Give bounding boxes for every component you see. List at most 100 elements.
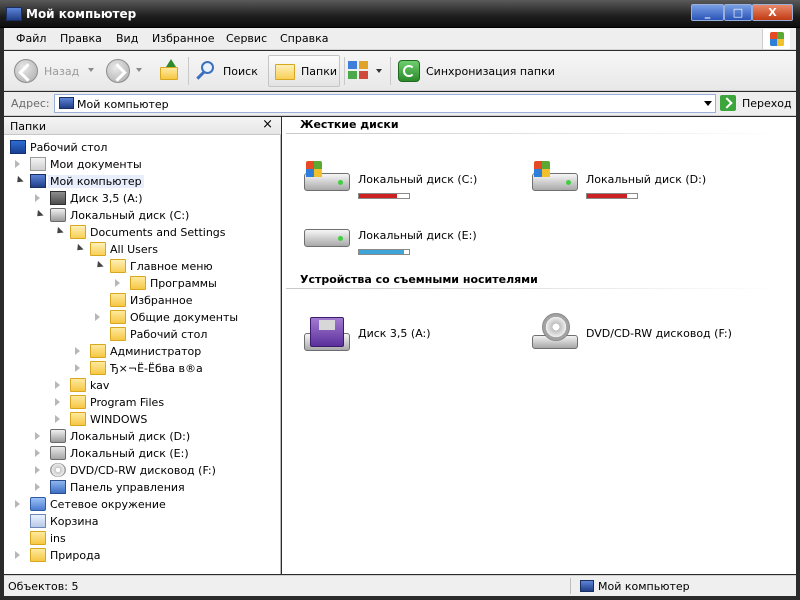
drive-tile-f[interactable]: DVD/CD-RW дисковод (F:) bbox=[528, 313, 758, 361]
folder-icon bbox=[110, 259, 126, 273]
expand-icon[interactable] bbox=[75, 347, 80, 355]
tree-item-shared-documents[interactable]: Общие документы bbox=[4, 309, 281, 326]
address-dropdown-icon[interactable] bbox=[704, 101, 712, 106]
tree-item-ins[interactable]: ins bbox=[4, 530, 281, 547]
collapse-icon[interactable] bbox=[14, 175, 24, 186]
drive-tile-c[interactable]: Локальный диск (C:) bbox=[300, 159, 530, 207]
tree-item-drive-d[interactable]: Локальный диск (D:) bbox=[4, 428, 281, 445]
sync-icon[interactable] bbox=[398, 60, 420, 82]
menu-favorites[interactable]: Избранное bbox=[152, 32, 214, 45]
search-button[interactable]: Поиск bbox=[223, 65, 258, 78]
tree-item-control-panel[interactable]: Панель управления bbox=[4, 479, 281, 496]
menu-edit[interactable]: Правка bbox=[60, 32, 102, 45]
tree-label: Главное меню bbox=[130, 260, 213, 273]
cd-drive-icon bbox=[50, 463, 66, 477]
tree-label: Администратор bbox=[110, 345, 202, 358]
menu-view[interactable]: Вид bbox=[116, 32, 138, 45]
tree-item-all-users[interactable]: All Users bbox=[4, 241, 281, 258]
tree-item-program-files[interactable]: Program Files bbox=[4, 394, 281, 411]
folders-button[interactable]: Папки bbox=[268, 55, 340, 87]
expand-icon[interactable] bbox=[55, 398, 60, 406]
search-icon[interactable] bbox=[196, 60, 218, 82]
expand-icon[interactable] bbox=[55, 381, 60, 389]
collapse-icon[interactable] bbox=[74, 243, 84, 254]
close-button[interactable]: X bbox=[752, 4, 793, 21]
expand-icon[interactable] bbox=[35, 449, 40, 457]
tree-item-drive-f[interactable]: DVD/CD-RW дисковод (F:) bbox=[4, 462, 281, 479]
tree-item-start-menu[interactable]: Главное меню bbox=[4, 258, 281, 275]
go-button[interactable]: Переход bbox=[742, 97, 792, 110]
drive-name: Локальный диск (C:) bbox=[358, 173, 478, 186]
tree-item-drive-a[interactable]: Диск 3,5 (A:) bbox=[4, 190, 281, 207]
expand-icon[interactable] bbox=[35, 432, 40, 440]
system-drive-icon bbox=[50, 429, 66, 443]
drive-tile-e[interactable]: Локальный диск (E:) bbox=[300, 215, 530, 263]
tree-item-kav[interactable]: kav bbox=[4, 377, 281, 394]
tree-item-my-documents[interactable]: Мои документы bbox=[4, 156, 281, 173]
expand-icon[interactable] bbox=[15, 160, 20, 168]
drive-tile-d[interactable]: Локальный диск (D:) bbox=[528, 159, 758, 207]
expand-icon[interactable] bbox=[115, 279, 120, 287]
computer-icon bbox=[59, 97, 74, 109]
expand-icon[interactable] bbox=[15, 551, 20, 559]
folders-pane-header: Папки × bbox=[4, 117, 281, 135]
expand-icon[interactable] bbox=[35, 466, 40, 474]
title-bar[interactable]: Мой компьютер _ □ X bbox=[0, 0, 800, 28]
menu-tools[interactable]: Сервис bbox=[226, 32, 267, 45]
forward-button[interactable] bbox=[106, 59, 130, 83]
tree-item-desktop[interactable]: Рабочий стол bbox=[4, 139, 281, 156]
expand-icon[interactable] bbox=[35, 483, 40, 491]
tree-item-my-computer[interactable]: Мой компьютер bbox=[4, 173, 281, 190]
folder-icon bbox=[70, 395, 86, 409]
folder-icon bbox=[30, 531, 46, 545]
back-button[interactable] bbox=[14, 59, 38, 83]
address-input[interactable]: Мой компьютер bbox=[54, 94, 716, 113]
tree-item-favorites[interactable]: Избранное bbox=[4, 292, 281, 309]
tree-item-network[interactable]: Сетевое окружение bbox=[4, 496, 281, 513]
tree-item-nature[interactable]: Природа bbox=[4, 547, 281, 564]
tree-item-windows[interactable]: WINDOWS bbox=[4, 411, 281, 428]
menu-bar: Файл Правка Вид Избранное Сервис Справка bbox=[4, 28, 796, 50]
expand-icon[interactable] bbox=[35, 194, 40, 202]
minimize-button[interactable]: _ bbox=[691, 4, 724, 21]
tree-item-recycle-bin[interactable]: Корзина bbox=[4, 513, 281, 530]
windows-logo-icon bbox=[762, 29, 790, 49]
folder-icon bbox=[90, 242, 106, 256]
views-dropdown-icon[interactable] bbox=[376, 69, 382, 73]
drive-name: Диск 3,5 (A:) bbox=[358, 327, 431, 340]
documents-icon bbox=[30, 157, 46, 171]
expand-icon[interactable] bbox=[95, 313, 100, 321]
expand-icon[interactable] bbox=[75, 364, 80, 372]
tree-item-documents-and-settings[interactable]: Documents and Settings bbox=[4, 224, 281, 241]
tree-item-programs[interactable]: Программы bbox=[4, 275, 281, 292]
tree-item-drive-e[interactable]: Локальный диск (E:) bbox=[4, 445, 281, 462]
forward-dropdown-icon[interactable] bbox=[136, 68, 142, 72]
close-icon[interactable]: × bbox=[262, 117, 273, 132]
disk-usage-bar bbox=[586, 193, 638, 199]
up-folder-button[interactable] bbox=[158, 59, 180, 81]
folder-icon bbox=[110, 327, 126, 341]
group-title-hard-disks: Жесткие диски bbox=[300, 118, 399, 131]
expand-icon[interactable] bbox=[15, 500, 20, 508]
tree-label: Рабочий стол bbox=[130, 328, 208, 341]
drive-icon bbox=[300, 215, 352, 255]
tree-label: Сетевое окружение bbox=[50, 498, 166, 511]
collapse-icon[interactable] bbox=[94, 260, 104, 271]
menu-help[interactable]: Справка bbox=[280, 32, 328, 45]
back-dropdown-icon[interactable] bbox=[88, 68, 94, 72]
drive-tile-a[interactable]: Диск 3,5 (A:) bbox=[300, 313, 530, 361]
collapse-icon[interactable] bbox=[54, 226, 64, 237]
collapse-icon[interactable] bbox=[34, 209, 44, 220]
maximize-button[interactable]: □ bbox=[724, 4, 752, 21]
sync-button[interactable]: Синхронизация папки bbox=[426, 65, 555, 78]
expand-icon[interactable] bbox=[55, 415, 60, 423]
go-arrow-icon[interactable] bbox=[720, 95, 736, 111]
tree-item-desktop-folder[interactable]: Рабочий стол bbox=[4, 326, 281, 343]
system-drive-icon bbox=[50, 208, 66, 222]
tree-label: DVD/CD-RW дисковод (F:) bbox=[70, 464, 216, 477]
tree-item-garbled-folder[interactable]: Ђ×¬Ё-Ёбва в®а bbox=[4, 360, 281, 377]
tree-item-administrator[interactable]: Администратор bbox=[4, 343, 281, 360]
menu-file[interactable]: Файл bbox=[16, 32, 46, 45]
tree-item-drive-c[interactable]: Локальный диск (C:) bbox=[4, 207, 281, 224]
views-icon[interactable] bbox=[348, 61, 370, 81]
